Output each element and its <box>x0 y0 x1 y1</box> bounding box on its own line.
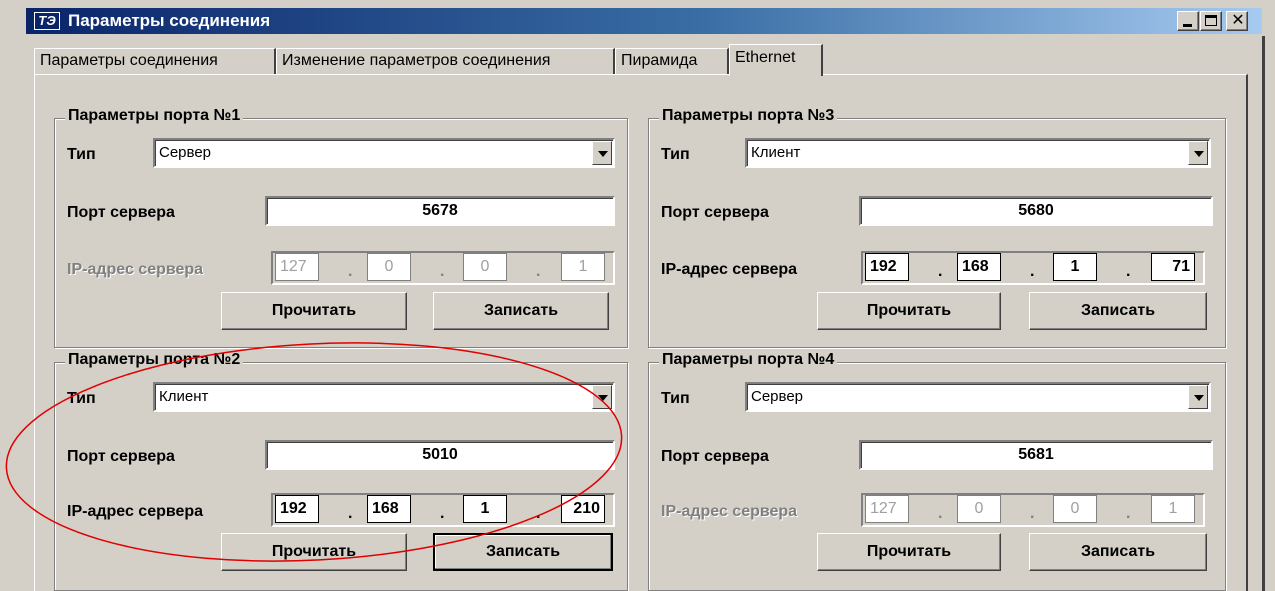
highlight-annotation <box>5 342 623 562</box>
tab-ethernet[interactable]: Ethernet <box>729 44 823 76</box>
connection-settings-window: ТЭ Параметры соединения ✕ Параметры соед… <box>0 0 1275 591</box>
highlight-ellipse <box>5 342 623 562</box>
